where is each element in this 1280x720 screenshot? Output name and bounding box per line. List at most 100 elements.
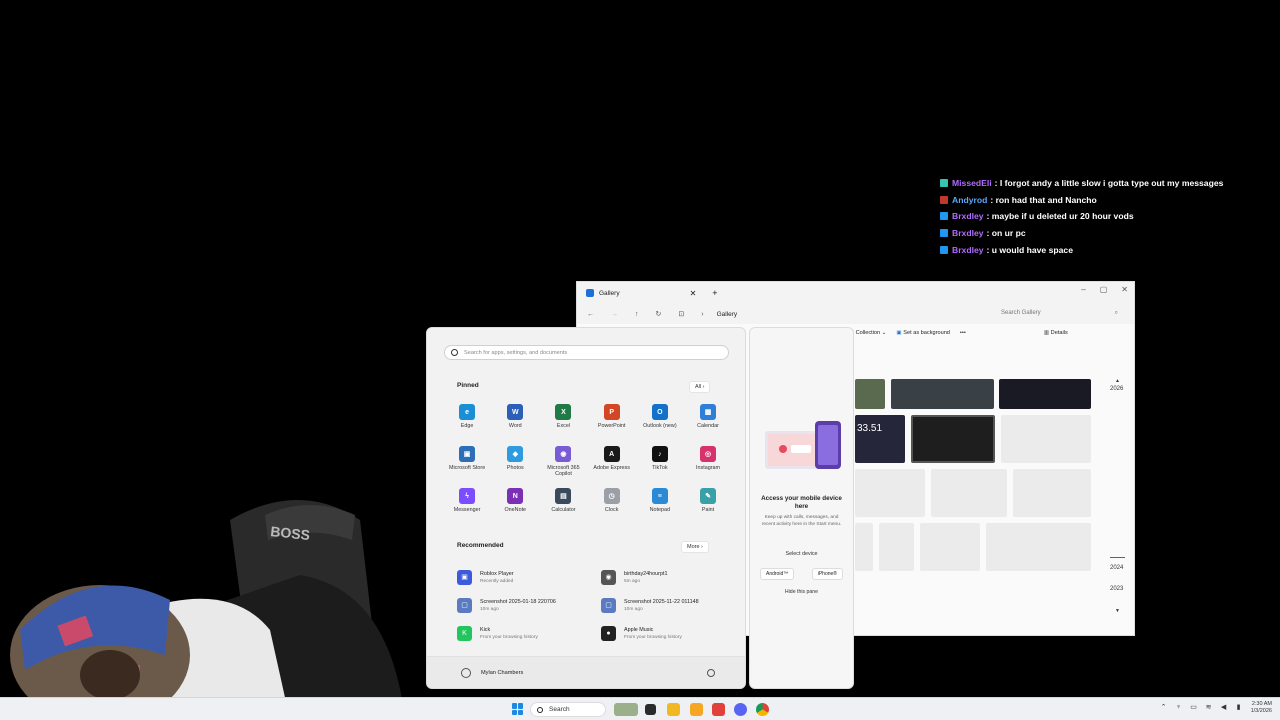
- collection-button[interactable]: ☷ Collection ⌄: [849, 330, 886, 336]
- recommended-item[interactable]: ◉ birthday24hourpt1 5m ago: [601, 563, 745, 591]
- details-button[interactable]: ▥ Details: [1044, 330, 1068, 336]
- wifi-icon[interactable]: ≋: [1205, 704, 1213, 712]
- pinned-app[interactable]: ◎ Instagram: [684, 446, 732, 488]
- notepad-icon: ≡: [651, 488, 668, 504]
- recommended-subtitle: From your browsing history: [480, 634, 538, 640]
- pinned-app[interactable]: O Outlook (new): [636, 404, 684, 446]
- recommended-item[interactable]: ● Apple Music From your browsing history: [601, 619, 745, 647]
- powerpoint-icon: P: [603, 404, 620, 420]
- chat-username[interactable]: Brxdley: [952, 228, 984, 238]
- photo-thumbnail[interactable]: 33.51: [855, 415, 905, 463]
- recommended-item[interactable]: K Kick From your browsing history: [457, 619, 601, 647]
- pinned-app[interactable]: W Word: [491, 404, 539, 446]
- close-window-icon[interactable]: ✕: [1121, 285, 1128, 294]
- chrome-icon[interactable]: [756, 703, 769, 716]
- widgets-icon[interactable]: [614, 703, 638, 716]
- taskbar-search[interactable]: Search: [530, 702, 606, 717]
- windows-logo-pane: [518, 709, 523, 715]
- android-button[interactable]: Android™: [760, 568, 795, 580]
- gallery-titlebar: Gallery ✕ +: [577, 282, 1134, 304]
- store-icon: ▣: [459, 446, 476, 462]
- windows-start-button[interactable]: [512, 703, 524, 715]
- photo-thumbnail[interactable]: [891, 379, 994, 409]
- volume-icon[interactable]: ◀: [1220, 704, 1228, 712]
- pinned-app[interactable]: P PowerPoint: [588, 404, 636, 446]
- roblox-icon: ▣: [457, 569, 472, 585]
- onenote-icon: N: [507, 488, 524, 504]
- pinned-app[interactable]: ◷ Clock: [588, 488, 636, 530]
- more-options-button[interactable]: •••: [960, 330, 966, 336]
- display-icon[interactable]: ▭: [1190, 704, 1198, 712]
- pinned-app[interactable]: A Adobe Express: [588, 446, 636, 488]
- forward-arrow-icon[interactable]: →: [611, 311, 618, 318]
- minimize-icon[interactable]: –: [1081, 285, 1085, 294]
- pinned-app[interactable]: ≡ Notepad: [636, 488, 684, 530]
- details-icon: ▥: [1043, 330, 1050, 336]
- recommended-item[interactable]: ▣ Roblox Player Recently added: [457, 563, 601, 591]
- user-avatar-icon[interactable]: [461, 667, 471, 678]
- discord-icon[interactable]: [734, 703, 747, 716]
- start-menu[interactable]: Search for apps, settings, and documents…: [426, 327, 746, 689]
- pinned-app[interactable]: ◉ Microsoft 365 Copilot: [539, 446, 587, 488]
- up-arrow-icon[interactable]: ↑: [635, 311, 639, 318]
- pinned-app[interactable]: ▤ Calculator: [539, 488, 587, 530]
- user-name[interactable]: Mylan Chambers: [481, 670, 523, 676]
- chat-username[interactable]: MissedEli: [952, 178, 992, 188]
- photo-thumbnail[interactable]: [999, 379, 1091, 409]
- select-device-label: Select device: [785, 551, 818, 557]
- start-search-input[interactable]: Search for apps, settings, and documents: [444, 345, 729, 360]
- year-scrubber-arrow-down[interactable]: ▼: [1115, 608, 1120, 614]
- pinned-app[interactable]: ▦ Calendar: [684, 404, 732, 446]
- pinned-app[interactable]: e Edge: [443, 404, 491, 446]
- year-label[interactable]: 2026: [1110, 386, 1123, 392]
- obs-icon[interactable]: [690, 703, 703, 716]
- mic-icon[interactable]: ♆: [1175, 704, 1183, 712]
- set-background-button[interactable]: ▣ Set as background: [896, 330, 950, 336]
- maximize-icon[interactable]: ▢: [1100, 285, 1108, 294]
- pinned-app[interactable]: N OneNote: [491, 488, 539, 530]
- breadcrumb[interactable]: Gallery: [717, 311, 738, 318]
- recommended-subtitle: 10m ago: [624, 606, 643, 612]
- taskbar-search-label: Search: [549, 706, 570, 713]
- chevron-up-icon[interactable]: ⌃: [1160, 704, 1168, 712]
- iphone-button[interactable]: iPhone®: [811, 568, 843, 580]
- more-button[interactable]: More ›: [681, 541, 709, 553]
- refresh-icon[interactable]: ↻: [656, 310, 662, 318]
- power-icon[interactable]: [707, 668, 715, 677]
- pinned-app[interactable]: ✎ Paint: [684, 488, 732, 530]
- photos-icon: ◆: [507, 446, 524, 462]
- close-tab-icon[interactable]: ✕: [690, 289, 697, 298]
- year-label[interactable]: 2023: [1110, 586, 1123, 592]
- chat-username[interactable]: Andyrod: [952, 195, 987, 205]
- chat-message: Brxdley: maybe if u deleted ur 20 hour v…: [940, 208, 1270, 225]
- gallery-tab-title[interactable]: Gallery: [599, 290, 620, 297]
- active-app-icon[interactable]: [712, 703, 725, 716]
- photo-thumbnail-selected[interactable]: [911, 415, 995, 463]
- back-arrow-icon[interactable]: ←: [587, 311, 594, 318]
- recommended-item[interactable]: ▢ Screenshot 2025-11-22 011148 10m ago: [601, 591, 745, 619]
- pinned-app-label: Adobe Express: [593, 465, 630, 471]
- pinned-app[interactable]: ϟ Messenger: [443, 488, 491, 530]
- year-scrubber-arrow-up[interactable]: ▲: [1115, 378, 1120, 384]
- taskbar-clock[interactable]: 2:30 AM 1/3/2026: [1251, 701, 1272, 715]
- chat-username[interactable]: Brxdley: [952, 245, 984, 255]
- chat-message: Brxdley: on ur pc: [940, 225, 1270, 242]
- gallery-search-input[interactable]: Search Gallery ⌕: [997, 307, 1122, 321]
- image-file-icon: ▢: [457, 597, 472, 613]
- chat-username[interactable]: Brxdley: [952, 211, 984, 221]
- task-view-icon[interactable]: [645, 704, 656, 715]
- file-explorer-icon[interactable]: [667, 703, 680, 716]
- pinned-app[interactable]: ▣ Microsoft Store: [443, 446, 491, 488]
- pinned-app[interactable]: ♪ TikTok: [636, 446, 684, 488]
- add-tab-icon[interactable]: +: [712, 288, 717, 298]
- pinned-app[interactable]: ◆ Photos: [491, 446, 539, 488]
- pinned-app[interactable]: X Excel: [539, 404, 587, 446]
- photo-thumbnail[interactable]: [855, 379, 885, 409]
- all-apps-button[interactable]: All ›: [689, 381, 711, 393]
- wallpaper-icon: ▣: [896, 330, 902, 336]
- year-label[interactable]: 2024: [1110, 565, 1123, 571]
- battery-icon[interactable]: ▮: [1235, 704, 1243, 712]
- monitor-icon[interactable]: ⊡: [678, 310, 684, 318]
- recommended-item[interactable]: ▢ Screenshot 2025-01-18 220706 10m ago: [457, 591, 601, 619]
- hide-pane-link[interactable]: Hide this pane: [750, 589, 853, 595]
